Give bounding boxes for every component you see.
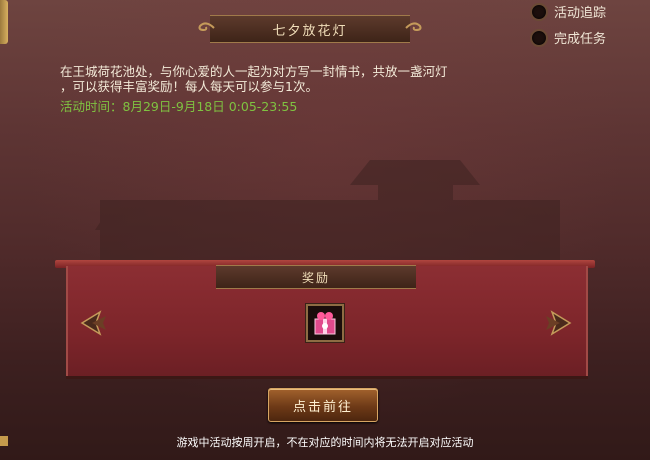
- activity-tracking-label: 活动追踪: [554, 6, 607, 21]
- left-edge-tab-top[interactable]: [0, 0, 8, 44]
- arrow-right-icon[interactable]: [540, 306, 574, 340]
- complete-task-label: 完成任务: [554, 32, 607, 47]
- page-title: 七夕放花灯: [272, 23, 348, 39]
- description-line-1: 在王城荷花池处，与你心爱的人一起为对方写一封情书，共放一盏河灯: [60, 64, 448, 79]
- go-now-button[interactable]: 点击前往: [268, 388, 378, 422]
- description-line-2: ，可以获得丰富奖励！每人每天可以参与1次。: [60, 79, 318, 94]
- activity-tracking-checkbox[interactable]: [530, 2, 548, 21]
- complete-task-toggle[interactable]: 完成任务: [530, 28, 606, 47]
- title-banner: 七夕放花灯: [198, 15, 422, 43]
- go-now-label: 点击前往: [292, 399, 353, 415]
- banner-ornament-right-icon: [405, 22, 422, 32]
- banner-ornament-left-icon: [198, 22, 215, 32]
- gift-box-icon: [314, 312, 336, 335]
- reward-banner: 奖励: [216, 265, 416, 289]
- complete-task-checkbox[interactable]: [530, 28, 548, 47]
- reward-title: 奖励: [301, 270, 330, 285]
- event-description: 在王城荷花池处，与你心爱的人一起为对方写一封情书，共放一盏河灯 ，可以获得丰富奖…: [60, 64, 600, 94]
- reward-panel-bottom-bar: [66, 376, 588, 379]
- arrow-left-icon[interactable]: [78, 306, 112, 340]
- reward-item-slot[interactable]: [306, 304, 344, 342]
- activity-time: 活动时间：8月29日-9月18日 0:05-23:55: [60, 99, 298, 114]
- activity-tracking-toggle[interactable]: 活动追踪: [530, 2, 606, 21]
- footer-note: 游戏中活动按周开启，不在对应的时间内将无法开启对应活动: [176, 436, 474, 449]
